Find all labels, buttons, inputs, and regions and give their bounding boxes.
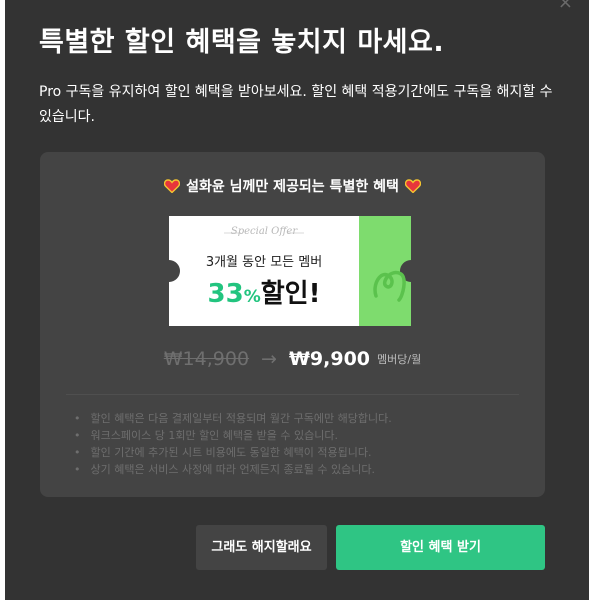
discount-text: 할인! — [260, 279, 321, 309]
benefit-heading-text: 설화윤 님께만 제공되는 특별한 혜택 — [186, 179, 399, 195]
discounted-price: ₩9,900 — [288, 348, 371, 370]
benefit-heading: 설화윤 님께만 제공되는 특별한 혜택 — [40, 176, 545, 196]
original-price: ₩14,900 — [163, 348, 250, 370]
benefit-notes: 할인 혜택은 다음 결제일부터 적용되며 월간 구독에만 해당합니다. 워크스페… — [74, 410, 392, 478]
note-item: 워크스페이스 당 1회만 할인 혜택을 받을 수 있습니다. — [74, 427, 392, 444]
note-item: 상기 혜택은 서비스 사정에 따라 언제든지 종료될 수 있습니다. — [74, 461, 392, 478]
note-item: 할인 기간에 추가된 시트 비용에도 동일한 혜택이 적용됩니다. — [74, 444, 392, 461]
modal-description: Pro 구독을 유지하여 할인 혜택을 받아보세요. 할인 혜택 적용기간에도 … — [39, 84, 553, 125]
subscription-retention-modal: × 특별한 할인 혜택을 놓치지 마세요. Pro 구독을 유지하여 할인 혜택… — [5, 0, 589, 600]
divider — [66, 394, 519, 395]
price-comparison: ₩14,900 → ₩9,900 멤버당/월 — [40, 348, 545, 370]
note-item: 할인 혜택은 다음 결제일부터 적용되며 월간 구독에만 해당합니다. — [74, 410, 392, 427]
price-unit: 멤버당/월 — [377, 353, 422, 366]
modal-title: 특별한 할인 혜택을 놓치지 마세요. — [39, 27, 445, 58]
offer-ticket: Special Offer 3개월 동안 모든 멤버 33%할인! — [169, 216, 411, 326]
heart-icon — [404, 179, 421, 193]
special-offer-label: Special Offer — [230, 226, 298, 237]
cancel-subscription-button[interactable]: 그래도 해지할래요 — [196, 525, 327, 570]
close-icon[interactable]: × — [558, 0, 573, 13]
accept-discount-button[interactable]: 할인 혜택 받기 — [336, 525, 545, 570]
offer-discount: 33%할인! — [169, 273, 359, 310]
discount-number: 33 — [207, 279, 244, 309]
benefit-panel: 설화윤 님께만 제공되는 특별한 혜택 Special Offer 3개월 동안… — [40, 152, 545, 497]
offer-description: 3개월 동안 모든 멤버 — [205, 255, 323, 270]
heart-icon — [164, 179, 181, 193]
discount-percent-sign: % — [243, 287, 261, 307]
arrow-right-icon: → — [261, 348, 277, 370]
